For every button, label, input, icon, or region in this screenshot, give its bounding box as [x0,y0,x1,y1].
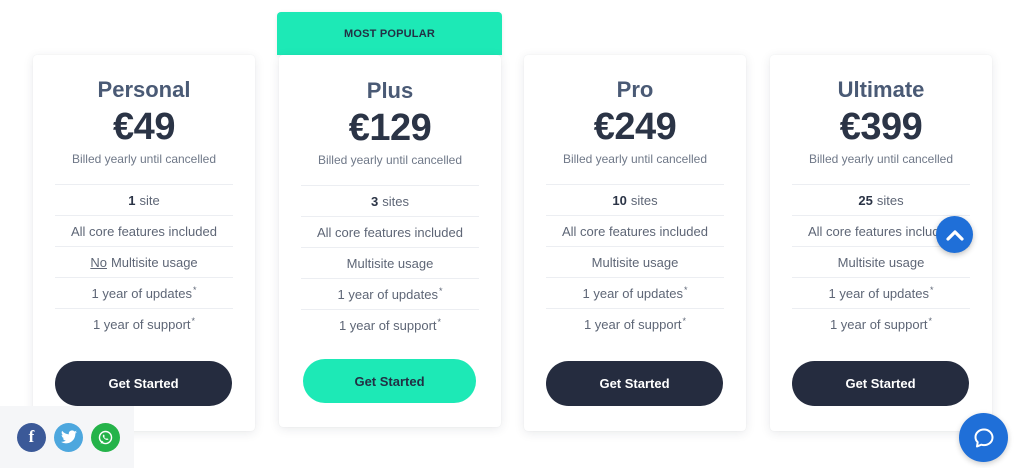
get-started-button-plus[interactable]: Get Started [303,359,476,403]
plan-price: €49 [113,106,175,148]
feature-support: 1 year of support * [301,309,479,340]
feature-text: sites [876,192,904,208]
feature-core: All core features included [55,215,233,246]
feature-sites: 25 sites [792,184,970,215]
feature-updates: 1 year of updates * [55,277,233,308]
footnote-mark: * [191,316,196,326]
feature-sites: 1 site [55,184,233,215]
feature-core: All core features included [301,216,479,247]
feature-text: Multisite usage [837,254,925,270]
facebook-icon: f [28,427,35,446]
plan-name: Personal [97,77,191,102]
feature-multisite: Multisite usage [301,247,479,278]
get-started-button-ultimate[interactable]: Get Started [792,361,969,406]
feature-support: 1 year of support * [792,308,970,339]
feature-text: 1 year of updates [91,285,192,301]
footnote-mark: * [192,285,197,295]
feature-text: 1 year of support [829,316,928,332]
feature-updates: 1 year of updates * [546,277,724,308]
feature-text: 1 year of support [583,316,682,332]
footnote-mark: * [682,316,687,326]
feature-multisite: Multisite usage [792,246,970,277]
feature-sites: 3 sites [301,185,479,216]
chevron-up-icon [945,229,964,241]
plan-price: €399 [839,106,923,148]
sites-count: 25 [858,192,873,208]
feature-text: Multisite usage [346,255,434,271]
plan-card-personal: Personal €49 Billed yearly until cancell… [33,55,255,431]
plan-name: Ultimate [837,77,925,102]
feature-list: 25 sites All core features included Multi… [792,184,970,339]
footnote-mark: * [928,316,933,326]
whatsapp-icon [98,430,113,444]
feature-updates: 1 year of updates * [792,277,970,308]
chat-launcher-button[interactable] [959,413,1008,462]
footnote-mark: * [683,285,688,295]
feature-text: 1 year of support [338,317,437,333]
feature-support: 1 year of support * [55,308,233,339]
footnote-mark: * [929,285,934,295]
feature-text: 1 year of support [92,316,191,332]
scroll-to-top-button[interactable] [936,216,973,253]
get-started-button-personal[interactable]: Get Started [55,361,232,406]
sites-count: 3 [371,193,379,209]
plan-name: Plus [366,78,414,103]
feature-text: Multisite usage [110,254,198,270]
feature-updates: 1 year of updates * [301,278,479,309]
billing-note: Billed yearly until cancelled [808,152,954,166]
chat-bubble-icon [974,428,993,447]
feature-list: 10 sites All core features included Multi… [546,184,724,339]
twitter-share-button[interactable] [54,422,83,452]
billing-note: Billed yearly until cancelled [71,152,217,166]
feature-list: 3 sites All core features included Multis… [301,185,479,340]
footnote-mark: * [437,317,442,327]
sites-count: 10 [612,192,627,208]
feature-multisite: Multisite usage [546,246,724,277]
feature-text: 1 year of updates [582,285,683,301]
plan-card-pro: Pro €249 Billed yearly until cancelled 1… [524,55,746,431]
feature-text: 1 year of updates [337,286,438,302]
billing-note: Billed yearly until cancelled [317,153,463,167]
twitter-icon [60,430,77,444]
pricing-page: MOST POPULAR Personal €49 Billed yearly … [0,0,1024,468]
feature-list: 1 site All core features included No Multi… [55,184,233,339]
plan-name: Pro [616,77,654,102]
billing-note: Billed yearly until cancelled [562,152,708,166]
feature-text: site [139,192,160,208]
feature-sites: 10 sites [546,184,724,215]
most-popular-badge: MOST POPULAR [277,12,502,55]
feature-text: Multisite usage [591,254,679,270]
plan-price: €129 [348,107,432,149]
feature-text: sites [382,193,409,209]
feature-text: All core features included [808,223,954,239]
feature-support: 1 year of support * [546,308,724,339]
social-share-bar: f [0,406,134,468]
feature-text: 1 year of updates [828,285,929,301]
footnote-mark: * [438,286,443,296]
multisite-negation: No [90,254,107,270]
feature-multisite: No Multisite usage [55,246,233,277]
feature-text: All core features included [562,223,708,239]
whatsapp-share-button[interactable] [91,422,120,452]
feature-text: All core features included [71,223,217,239]
feature-text: All core features included [317,224,463,240]
feature-text: sites [630,192,658,208]
facebook-share-button[interactable]: f [17,422,46,452]
plan-card-plus: Plus €129 Billed yearly until cancelled … [279,55,501,427]
sites-count: 1 [128,192,136,208]
feature-core: All core features included [546,215,724,246]
get-started-button-pro[interactable]: Get Started [546,361,723,406]
plan-price: €249 [593,106,677,148]
